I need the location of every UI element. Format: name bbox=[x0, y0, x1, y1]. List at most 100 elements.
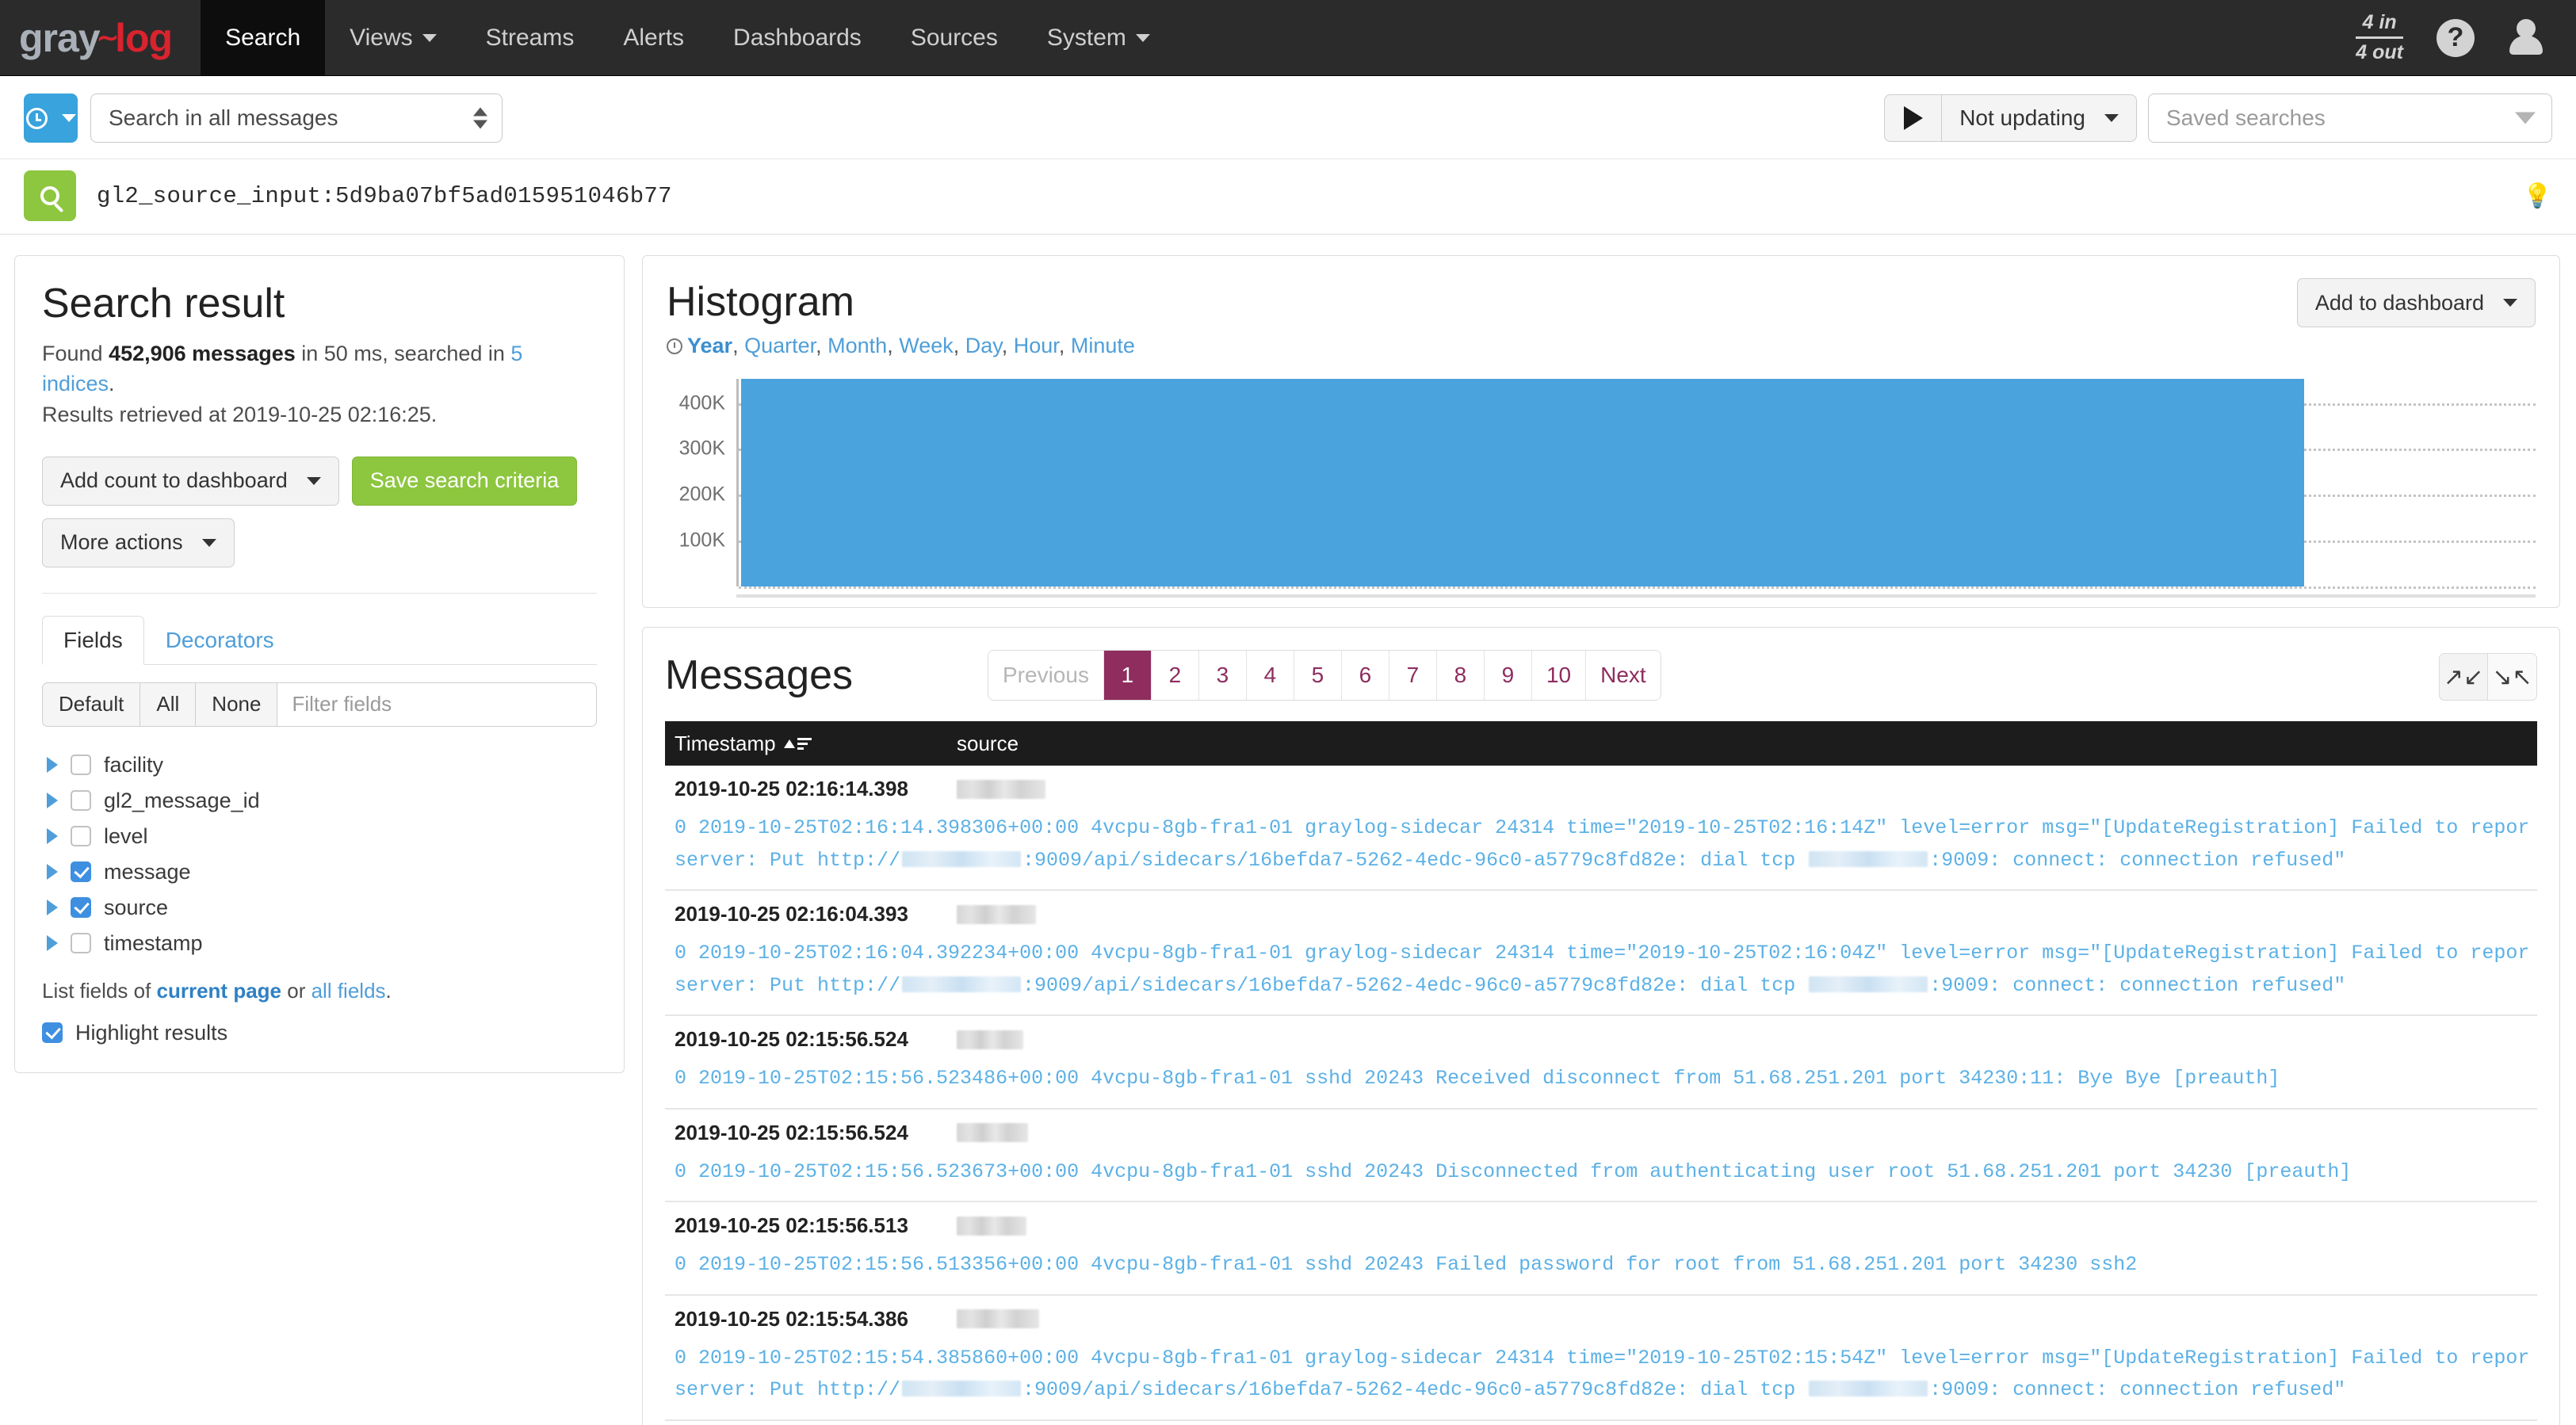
messages-header: Messages Previous12345678910Next ↗↙ ↘↖ bbox=[665, 650, 2537, 701]
filter-fields-input[interactable]: Filter fields bbox=[277, 682, 597, 727]
pagination-page-7[interactable]: 7 bbox=[1389, 651, 1437, 700]
nav-item-label: Views bbox=[350, 25, 412, 52]
y-axis-tick-label: 100K bbox=[679, 529, 725, 552]
pagination: Previous12345678910Next bbox=[988, 650, 1661, 701]
granularity-hour[interactable]: Hour bbox=[1014, 334, 1059, 357]
tab-decorators[interactable]: Decorators bbox=[144, 616, 296, 665]
pagination-page-1[interactable]: 1 bbox=[1104, 651, 1152, 700]
field-row: level bbox=[42, 819, 597, 854]
table-row[interactable]: 2019-10-25 02:15:54.3860 2019-10-25T02:1… bbox=[665, 1296, 2537, 1421]
y-axis-tick-label: 200K bbox=[679, 483, 725, 506]
granularity-minute[interactable]: Minute bbox=[1071, 334, 1135, 357]
nav-item-sources[interactable]: Sources bbox=[886, 0, 1022, 75]
pagination-page-8[interactable]: 8 bbox=[1437, 651, 1485, 700]
expand-field-icon[interactable] bbox=[47, 793, 58, 808]
navbar-right: 4 in 4 out ? bbox=[2356, 0, 2576, 75]
column-header-timestamp[interactable]: Timestamp bbox=[675, 732, 957, 756]
help-icon[interactable]: ? bbox=[2436, 19, 2475, 57]
fields-preset-default[interactable]: Default bbox=[42, 682, 140, 727]
redacted-ip bbox=[902, 976, 1021, 992]
field-checkbox-gl2_message_id[interactable] bbox=[71, 790, 91, 811]
nav-item-label: Dashboards bbox=[733, 25, 862, 52]
granularity-year[interactable]: Year bbox=[687, 334, 732, 357]
play-button[interactable] bbox=[1884, 94, 1941, 142]
field-checkbox-timestamp[interactable] bbox=[71, 933, 91, 953]
pagination-page-10[interactable]: 10 bbox=[1532, 651, 1586, 700]
field-label: level bbox=[104, 824, 148, 849]
all-fields-link[interactable]: all fields bbox=[311, 979, 386, 1003]
pagination-page-9[interactable]: 9 bbox=[1485, 651, 1532, 700]
granularity-month[interactable]: Month bbox=[827, 334, 887, 357]
granularity-week[interactable]: Week bbox=[899, 334, 954, 357]
highlight-results-row[interactable]: Highlight results bbox=[42, 1021, 597, 1045]
histogram-bar[interactable] bbox=[741, 379, 2304, 586]
highlight-results-label: Highlight results bbox=[75, 1021, 227, 1045]
throughput-indicator[interactable]: 4 in 4 out bbox=[2356, 11, 2403, 64]
field-checkbox-source[interactable] bbox=[71, 897, 91, 918]
add-to-dashboard-button[interactable]: Add to dashboard bbox=[2297, 278, 2536, 327]
column-header-source[interactable]: source bbox=[957, 732, 1019, 756]
nav-item-views[interactable]: Views bbox=[325, 0, 461, 75]
time-range-dropdown-button[interactable] bbox=[24, 94, 78, 143]
message-row-meta: 2019-10-25 02:15:56.524 bbox=[675, 1121, 2528, 1145]
messages-panel: Messages Previous12345678910Next ↗↙ ↘↖ T… bbox=[642, 627, 2560, 1425]
message-source-redacted bbox=[957, 1123, 1028, 1142]
left-sidebar: Search result Found 452,906 messages in … bbox=[14, 255, 625, 1425]
histogram-title: Histogram bbox=[667, 278, 2536, 326]
pagination-page-4[interactable]: 4 bbox=[1247, 651, 1294, 700]
graylog-logo[interactable]: gray∼log bbox=[0, 0, 201, 75]
nav-item-system[interactable]: System bbox=[1022, 0, 1175, 75]
search-submit-button[interactable] bbox=[24, 170, 76, 221]
avatar-body bbox=[2509, 36, 2543, 55]
more-actions-button[interactable]: More actions bbox=[42, 518, 235, 567]
pagination-page-2[interactable]: 2 bbox=[1152, 651, 1199, 700]
expand-field-icon[interactable] bbox=[47, 864, 58, 880]
table-row[interactable]: 2019-10-25 02:15:56.5130 2019-10-25T02:1… bbox=[665, 1202, 2537, 1296]
note-mid: or bbox=[281, 979, 311, 1003]
fields-preset-all[interactable]: All bbox=[140, 682, 195, 727]
add-count-to-dashboard-button[interactable]: Add count to dashboard bbox=[42, 457, 339, 506]
refresh-interval-dropdown[interactable]: Not updating bbox=[1941, 94, 2137, 142]
expand-field-icon[interactable] bbox=[47, 828, 58, 844]
search-query-input[interactable]: gl2_source_input:5d9ba07bf5ad015951046b7… bbox=[97, 183, 672, 209]
current-page-link[interactable]: current page bbox=[157, 979, 282, 1003]
nav-item-streams[interactable]: Streams bbox=[461, 0, 599, 75]
pagination-page-5[interactable]: 5 bbox=[1294, 651, 1342, 700]
table-row[interactable]: 2019-10-25 02:15:56.5240 2019-10-25T02:1… bbox=[665, 1016, 2537, 1110]
avatar-head bbox=[2517, 19, 2536, 38]
messages-title: Messages bbox=[665, 651, 853, 699]
highlight-results-checkbox[interactable] bbox=[42, 1022, 63, 1043]
collapse-all-icon[interactable]: ↘↖ bbox=[2488, 653, 2537, 701]
table-row[interactable]: 2019-10-25 02:15:56.5240 2019-10-25T02:1… bbox=[665, 1110, 2537, 1203]
field-checkbox-level[interactable] bbox=[71, 826, 91, 846]
pagination-page-3[interactable]: 3 bbox=[1199, 651, 1247, 700]
nav-item-dashboards[interactable]: Dashboards bbox=[709, 0, 886, 75]
table-row[interactable]: 2019-10-25 02:16:14.3980 2019-10-25T02:1… bbox=[665, 766, 2537, 891]
field-checkbox-facility[interactable] bbox=[71, 755, 91, 775]
field-row: facility bbox=[42, 747, 597, 783]
fields-preset-none[interactable]: None bbox=[195, 682, 277, 727]
table-row[interactable]: 2019-10-25 02:16:04.3930 2019-10-25T02:1… bbox=[665, 891, 2537, 1016]
throughput-out: 4 out bbox=[2356, 41, 2403, 64]
field-checkbox-message[interactable] bbox=[71, 861, 91, 882]
pagination-next[interactable]: Next bbox=[1586, 651, 1661, 700]
field-label: gl2_message_id bbox=[104, 789, 260, 813]
save-search-criteria-button[interactable]: Save search criteria bbox=[352, 457, 578, 506]
saved-searches-placeholder: Saved searches bbox=[2166, 105, 2326, 131]
expand-all-icon[interactable]: ↗↙ bbox=[2439, 653, 2488, 701]
nav-item-alerts[interactable]: Alerts bbox=[598, 0, 709, 75]
nav-item-search[interactable]: Search bbox=[201, 0, 325, 75]
histogram-chart: 100K200K300K400K bbox=[667, 379, 2536, 586]
expand-field-icon[interactable] bbox=[47, 757, 58, 773]
lightbulb-icon[interactable]: 💡 bbox=[2523, 185, 2552, 208]
expand-field-icon[interactable] bbox=[47, 900, 58, 915]
logo-text-gray: gray bbox=[19, 15, 100, 61]
granularity-quarter[interactable]: Quarter bbox=[744, 334, 816, 357]
granularity-day[interactable]: Day bbox=[965, 334, 1002, 357]
user-avatar-icon[interactable] bbox=[2508, 19, 2544, 57]
expand-field-icon[interactable] bbox=[47, 935, 58, 951]
tab-fields[interactable]: Fields bbox=[42, 616, 144, 665]
time-range-select[interactable]: Search in all messages bbox=[90, 94, 503, 143]
pagination-page-6[interactable]: 6 bbox=[1342, 651, 1389, 700]
saved-searches-select[interactable]: Saved searches bbox=[2148, 94, 2552, 143]
